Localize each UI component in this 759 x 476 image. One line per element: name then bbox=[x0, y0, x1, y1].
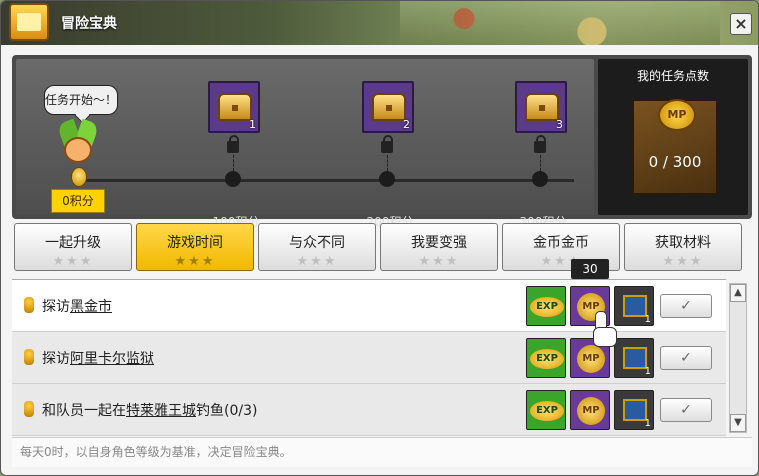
milestone-dot bbox=[225, 171, 241, 187]
complete-check-button[interactable]: ✓ bbox=[660, 346, 712, 370]
speech-bubble: 任务开始～！ bbox=[44, 85, 118, 115]
reward-chest-icon[interactable]: 2 bbox=[362, 81, 414, 133]
task-pin-icon bbox=[24, 297, 34, 313]
footer-note: 每天0时，以自身角色等级为基准，决定冒险宝典。 bbox=[12, 437, 752, 467]
star-rating: ★★★ bbox=[296, 254, 338, 269]
tab-unique[interactable]: 与众不同 ★★★ bbox=[258, 223, 376, 271]
progress-marker-icon bbox=[71, 167, 87, 187]
lock-icon bbox=[227, 135, 239, 153]
progress-track bbox=[74, 179, 574, 182]
mission-points-value: 0 / 300 bbox=[648, 153, 702, 171]
complete-check-button[interactable]: ✓ bbox=[660, 398, 712, 422]
adventure-book-window: 冒险宝典 × 任务开始～！ 0积分 1 100积分 2 200积分 3 300积… bbox=[0, 0, 759, 476]
task-pin-icon bbox=[24, 349, 34, 365]
star-rating: ★★★ bbox=[52, 254, 94, 269]
scroll-up-button[interactable]: ▲ bbox=[730, 284, 746, 302]
task-row: 探访黑金市 EXP MP 1 ✓ bbox=[12, 280, 726, 332]
lock-icon bbox=[534, 135, 546, 153]
exp-reward-icon[interactable]: EXP bbox=[526, 390, 566, 430]
points-crate-icon: MP 0 / 300 bbox=[632, 99, 718, 195]
tab-label: 金币金币 bbox=[533, 235, 589, 251]
chest-number: 1 bbox=[249, 118, 256, 131]
lock-icon bbox=[381, 135, 393, 153]
task-text: 和队员一起在特莱雅王城钓鱼(0/3) bbox=[42, 403, 258, 419]
reward-tooltip: 30 bbox=[571, 259, 609, 279]
task-row: 探访阿里卡尔监狱 EXP MP 1 ✓ bbox=[12, 332, 726, 384]
tab-label: 一起升级 bbox=[45, 235, 101, 251]
current-score-badge: 0积分 bbox=[51, 189, 105, 213]
complete-check-button[interactable]: ✓ bbox=[660, 294, 712, 318]
tab-label: 游戏时间 bbox=[167, 235, 223, 251]
task-link[interactable]: 黑金市 bbox=[70, 299, 112, 315]
tab-level-up[interactable]: 一起升级 ★★★ bbox=[14, 223, 132, 271]
chest-number: 3 bbox=[556, 118, 563, 131]
item-box-reward-icon[interactable]: 1 bbox=[614, 338, 654, 378]
item-box-reward-icon[interactable]: 1 bbox=[614, 286, 654, 326]
close-button[interactable]: × bbox=[730, 13, 752, 35]
reward-chest-icon[interactable]: 3 bbox=[515, 81, 567, 133]
star-rating: ★★★ bbox=[662, 254, 704, 269]
category-tabs: 一起升级 ★★★ 游戏时间 ★★★ 与众不同 ★★★ 我要变强 ★★★ 金币金币… bbox=[14, 223, 744, 273]
mp-reward-icon[interactable]: MP bbox=[570, 390, 610, 430]
window-title: 冒险宝典 bbox=[61, 16, 117, 32]
task-link[interactable]: 特莱雅王城 bbox=[126, 403, 196, 419]
milestone-dot bbox=[379, 171, 395, 187]
mascot-icon bbox=[56, 118, 100, 167]
task-text: 探访阿里卡尔监狱 bbox=[42, 351, 154, 367]
tab-label: 我要变强 bbox=[411, 235, 467, 251]
chest-number: 2 bbox=[403, 118, 410, 131]
task-list: 探访黑金市 EXP MP 1 ✓ 探访阿里卡尔监狱 EXP MP 1 ✓ 和队员… bbox=[12, 279, 726, 436]
task-list-scrollbar[interactable]: ▲ ▼ bbox=[729, 283, 747, 433]
mission-points-title: 我的任务点数 bbox=[636, 69, 709, 83]
treasure-book-icon bbox=[9, 3, 49, 41]
task-pin-icon bbox=[24, 401, 34, 417]
scroll-down-button[interactable]: ▼ bbox=[730, 414, 746, 432]
task-row: 和队员一起在特莱雅王城钓鱼(0/3) EXP MP 1 ✓ bbox=[12, 384, 726, 436]
reward-chest-icon[interactable]: 1 bbox=[208, 81, 260, 133]
star-rating: ★★★ bbox=[174, 254, 216, 269]
progress-panel: 任务开始～！ 0积分 1 100积分 2 200积分 3 300积分 我的任务点… bbox=[12, 55, 752, 229]
tab-label: 与众不同 bbox=[289, 235, 345, 251]
hand-cursor-icon bbox=[589, 311, 617, 347]
task-link[interactable]: 阿里卡尔监狱 bbox=[70, 351, 154, 367]
title-bar-background bbox=[400, 1, 720, 45]
tab-play-time[interactable]: 游戏时间 ★★★ bbox=[136, 223, 254, 271]
task-text: 探访黑金市 bbox=[42, 299, 112, 315]
mp-medal-icon: MP bbox=[658, 99, 696, 131]
star-rating: ★★★ bbox=[418, 254, 460, 269]
progress-track-area: 任务开始～！ 0积分 1 100积分 2 200积分 3 300积分 bbox=[16, 59, 594, 229]
milestone-dot bbox=[532, 171, 548, 187]
mission-points-panel: 我的任务点数 MP 0 / 300 bbox=[598, 59, 748, 215]
exp-reward-icon[interactable]: EXP bbox=[526, 338, 566, 378]
tab-get-materials[interactable]: 获取材料 ★★★ bbox=[624, 223, 742, 271]
tab-label: 获取材料 bbox=[655, 235, 711, 251]
exp-reward-icon[interactable]: EXP bbox=[526, 286, 566, 326]
item-box-reward-icon[interactable]: 1 bbox=[614, 390, 654, 430]
title-bar: 冒险宝典 × bbox=[1, 1, 758, 45]
tab-get-stronger[interactable]: 我要变强 ★★★ bbox=[380, 223, 498, 271]
